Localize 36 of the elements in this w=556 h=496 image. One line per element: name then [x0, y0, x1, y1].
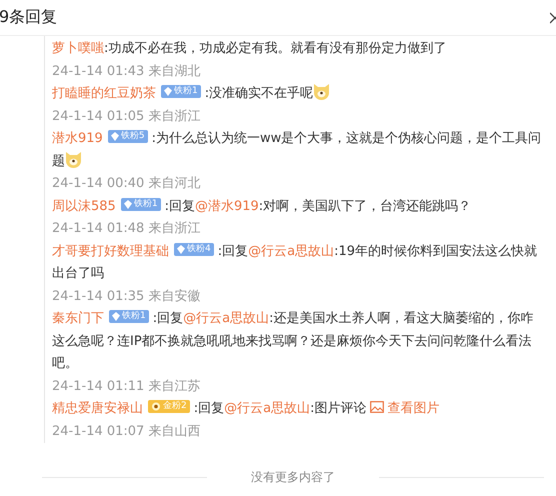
user-link[interactable]: 打瞌睡的红豆奶茶: [52, 86, 156, 101]
fan-badge: 铁粉5: [108, 130, 148, 143]
comment-meta: 24-1-14 01:43 来自湖北: [52, 62, 202, 80]
user-link[interactable]: 精忠爱唐安禄山: [52, 401, 143, 416]
comment-text: 萝卜噗嗤:功成不必在我，功成必定有我。就看有没有那份定力做到了: [52, 40, 448, 58]
mention-link[interactable]: @行云a思故山: [248, 244, 334, 258]
comment-text: 周以沫585 铁粉1 :回复@潜水919:对啊，美国趴下了，台湾还能跳吗？: [52, 196, 472, 216]
user-link[interactable]: 潜水919: [52, 131, 103, 146]
panel-title: 9条回复: [0, 7, 58, 28]
comment-meta: 24-1-14 01:07 来自山西: [52, 422, 202, 440]
mention-link[interactable]: @潜水919: [194, 198, 259, 214]
mention-link[interactable]: @行云a思故山: [183, 311, 270, 326]
mention-link[interactable]: @行云a思故山: [224, 401, 310, 416]
comment-meta: 24-1-14 01:48 来自浙江: [52, 220, 202, 238]
user-link[interactable]: 秦东门下: [52, 311, 104, 326]
comment-text: 精忠爱唐安禄山 金粉2 :回复@行云a思故山:图片评论 查看图片: [52, 399, 440, 418]
comment-meta: 24-1-14 00:40 来自河北: [52, 175, 202, 193]
fan-badge: 铁粉1: [120, 198, 161, 210]
user-link[interactable]: 才哥要打好数理基础: [52, 244, 169, 258]
end-of-list-text: 没有更多内容了: [251, 469, 335, 486]
comment-text: 潜水919 铁粉5 :为什么总认为统一ww是个大事，这就是个伪核心问题，是个工具问题: [52, 129, 542, 170]
comment-meta: 24-1-14 01:05 来自浙江: [52, 108, 202, 126]
fan-badge: 金粉2: [148, 400, 190, 413]
user-link[interactable]: 周以沫585: [52, 198, 116, 214]
user-link[interactable]: 萝卜噗嗤: [52, 41, 104, 56]
image-icon: [370, 401, 384, 413]
fan-badge: 铁粉1: [161, 85, 201, 98]
fan-badge: 铁粉1: [109, 310, 149, 323]
comment-text: 秦东门下 铁粉1 :回复@行云a思故山:还是美国水土养人啊，看这大脑萎缩的，你咋这么急呢？连IP都不换就急吼吼地来找骂啊？还是麻烦你今天下去问问乾隆什么看法吧。: [52, 309, 534, 373]
comment-meta: 24-1-14 01:35 来自安徽: [52, 288, 202, 306]
fan-badge: 铁粉4: [174, 242, 214, 256]
comment-text: 才哥要打好数理基础 铁粉4 :回复@行云a思故山:19年的时候你料到国安法这么快就出台了吗: [52, 242, 538, 283]
view-image-link[interactable]: 查看图片: [370, 401, 440, 416]
close-icon[interactable]: [550, 10, 556, 24]
comment-text: 打瞌睡的红豆奶茶 铁粉1 :没准确实不在乎呢: [52, 83, 542, 106]
comment-meta: 24-1-14 01:11 来自江苏: [52, 378, 202, 396]
